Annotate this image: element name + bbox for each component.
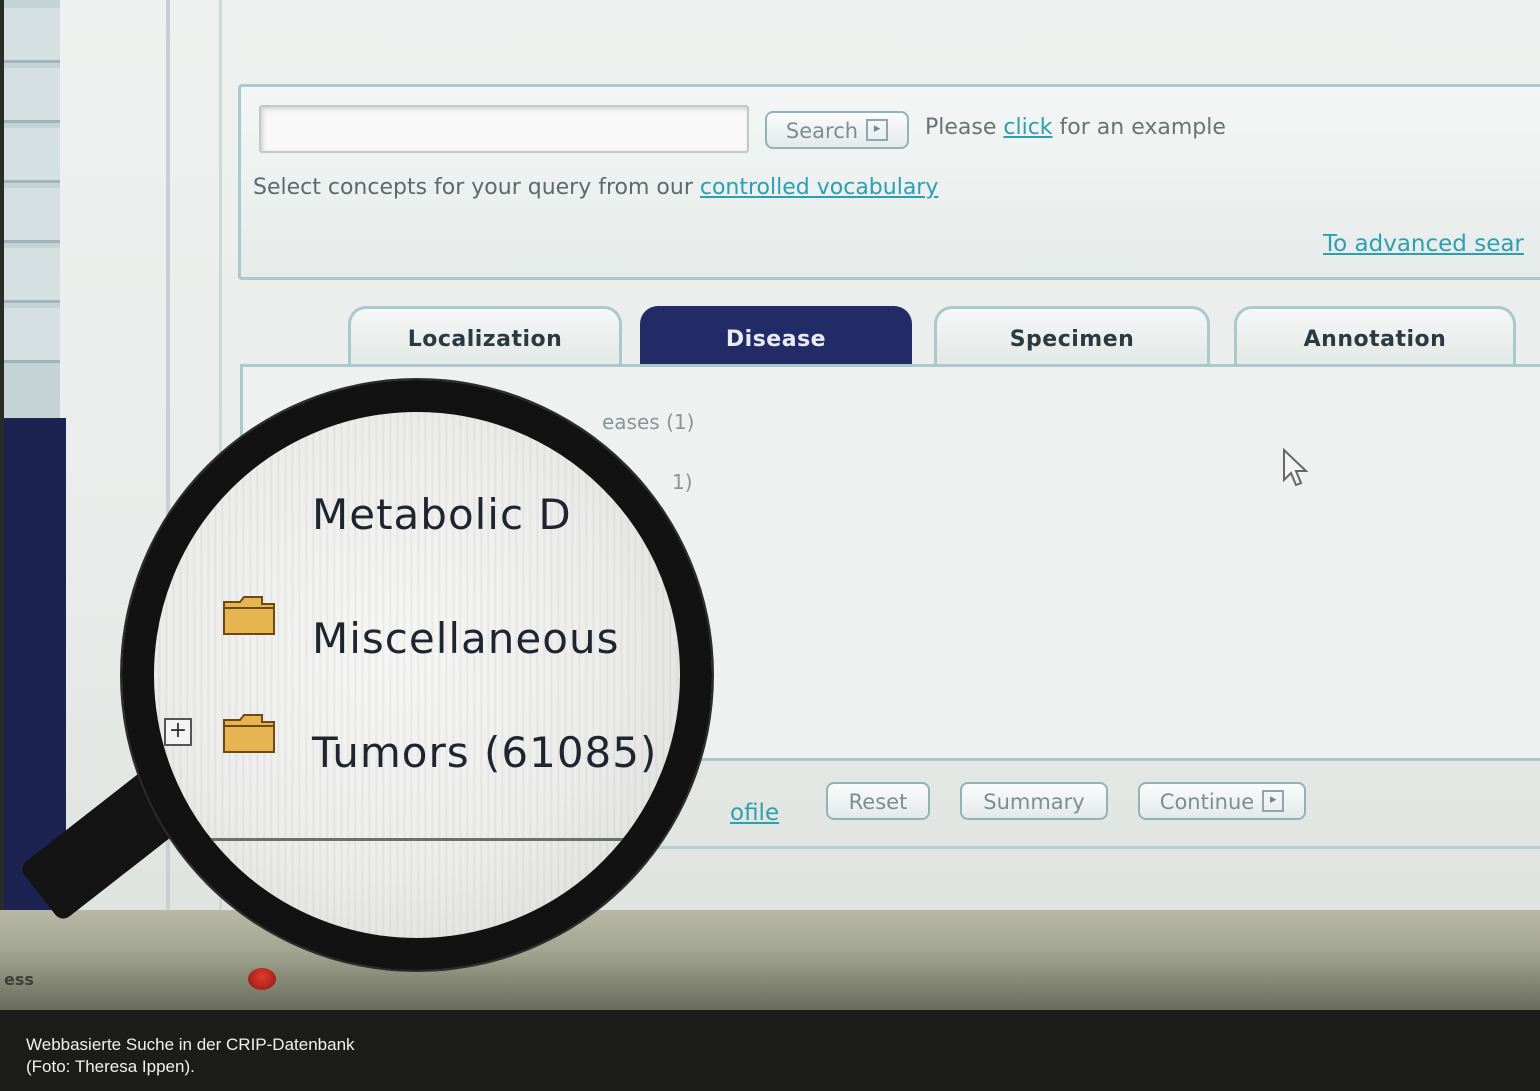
tree-item-miscellaneous[interactable]: Miscellaneous: [312, 614, 619, 663]
search-input[interactable]: [259, 105, 749, 153]
photo-caption: Webbasierte Suche in der CRIP-Datenbank …: [26, 1034, 355, 1078]
magnified-view: Metabolic D Miscellaneous + Tumors (6108…: [154, 412, 680, 938]
folder-icon: [223, 714, 275, 753]
tab-specimen[interactable]: Specimen: [934, 306, 1210, 364]
sidebar-segment: [4, 68, 60, 123]
continue-button-label: Continue: [1159, 790, 1255, 814]
tree-item-tumors[interactable]: Tumors (61085): [312, 728, 657, 777]
example-hint: Please click for an example: [925, 115, 1226, 140]
taskbar-app-icon: [248, 968, 276, 990]
sidebar-segment: [4, 188, 60, 243]
folder-icon: [223, 596, 275, 635]
example-link[interactable]: click: [1003, 115, 1052, 140]
example-hint-prefix: Please: [925, 115, 1004, 140]
tree-item-metabolic[interactable]: Metabolic D: [312, 490, 572, 539]
example-hint-suffix: for an example: [1052, 115, 1226, 140]
reset-button[interactable]: Reset: [826, 782, 930, 820]
tab-localization[interactable]: Localization: [348, 306, 622, 364]
arrow-box-icon: ▸: [866, 119, 889, 141]
mouse-cursor-icon: [1283, 448, 1309, 487]
caption-line-1: Webbasierte Suche in der CRIP-Datenbank: [26, 1035, 355, 1054]
sidebar-segment: [4, 308, 60, 363]
vocabulary-hint-text: Select concepts for your query from our: [253, 175, 700, 200]
magnified-footer-line: [194, 838, 680, 841]
profile-link[interactable]: ofile: [730, 800, 779, 826]
magnifying-glass: Metabolic D Miscellaneous + Tumors (6108…: [122, 380, 712, 970]
sidebar-segment: [4, 8, 60, 63]
search-panel: Search ▸ Please click for an example Sele…: [238, 84, 1540, 280]
taskbar-label: ess: [4, 970, 34, 989]
summary-button[interactable]: Summary: [960, 782, 1108, 820]
tab-annotation[interactable]: Annotation: [1234, 306, 1516, 364]
search-button[interactable]: Search ▸: [765, 111, 909, 149]
sidebar-segment: [4, 248, 60, 303]
caption-line-2: (Foto: Theresa Ippen).: [26, 1057, 195, 1076]
continue-button[interactable]: Continue ▸: [1138, 782, 1306, 820]
vocabulary-link[interactable]: controlled vocabulary: [700, 175, 939, 200]
advanced-search-link[interactable]: To advanced sear: [1323, 231, 1524, 257]
vocabulary-hint: Select concepts for your query from our …: [253, 175, 938, 200]
tab-disease[interactable]: Disease: [640, 306, 912, 364]
expand-plus-icon[interactable]: +: [164, 718, 192, 746]
arrow-box-icon: ▸: [1262, 790, 1285, 812]
sidebar-segment: [4, 128, 60, 183]
search-button-label: Search: [785, 119, 859, 143]
